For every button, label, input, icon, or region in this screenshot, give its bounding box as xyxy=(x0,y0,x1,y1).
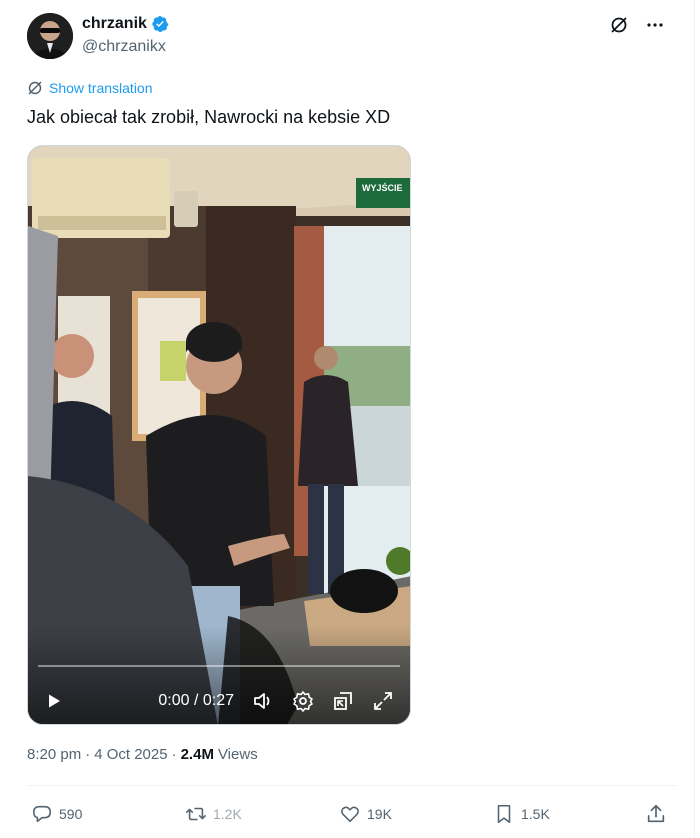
avatar-image xyxy=(27,13,73,59)
verified-badge-icon xyxy=(151,15,169,33)
tweet-text: Jak obiecał tak zrobił, Nawrocki na kebs… xyxy=(27,107,391,127)
picture-in-picture-icon xyxy=(334,692,352,710)
bookmark-count: 1.5K xyxy=(521,806,550,822)
meta-separator: · xyxy=(85,746,91,763)
volume-icon xyxy=(254,693,270,709)
exit-sign-text: WYJŚCIE xyxy=(362,182,403,193)
pip-button[interactable] xyxy=(332,690,354,712)
video-player[interactable]: WYJŚCIE 0:00 / 0:27 xyxy=(27,145,411,725)
video-controls: 0:00 / 0:27 xyxy=(28,676,410,724)
repost-icon xyxy=(186,807,206,821)
share-button[interactable] xyxy=(645,803,667,825)
repost-button[interactable]: 1.2K xyxy=(185,803,242,825)
more-options-icon[interactable] xyxy=(644,14,666,36)
show-translation-link[interactable]: Show translation xyxy=(27,80,153,96)
video-time: 0:00 / 0:27 xyxy=(158,692,234,709)
views-label: Views xyxy=(217,746,258,763)
divider xyxy=(27,785,677,786)
tweet-card: chrzanik @chrzanikx Show translation Jak… xyxy=(0,0,695,838)
reply-button[interactable]: 590 xyxy=(31,803,82,825)
top-actions xyxy=(608,14,666,36)
bookmark-icon xyxy=(497,804,511,824)
fullscreen-button[interactable] xyxy=(372,690,394,712)
views-count: 2.4M xyxy=(180,746,214,763)
heart-icon xyxy=(341,806,359,823)
show-translation-label: Show translation xyxy=(49,80,153,96)
author-name-row: chrzanik xyxy=(82,15,169,33)
translate-icon xyxy=(28,81,42,95)
post-time[interactable]: 8:20 pm xyxy=(27,746,81,763)
tweet-meta: 8:20 pm · 4 Oct 2025 · 2.4M Views xyxy=(27,746,258,763)
settings-button[interactable] xyxy=(292,690,314,712)
display-name[interactable]: chrzanik xyxy=(82,15,147,33)
play-icon xyxy=(49,694,60,708)
post-date[interactable]: 4 Oct 2025 xyxy=(94,746,167,763)
gear-icon xyxy=(293,691,313,712)
bookmark-button[interactable]: 1.5K xyxy=(493,803,550,825)
fullscreen-icon xyxy=(374,692,392,710)
volume-button[interactable] xyxy=(252,690,274,712)
meta-separator: · xyxy=(171,746,177,763)
video-progress-bar[interactable] xyxy=(38,665,400,667)
repost-count: 1.2K xyxy=(213,806,242,822)
reply-count: 590 xyxy=(59,806,83,822)
share-icon xyxy=(647,804,665,823)
action-bar: 590 1.2K 19K 1.5K xyxy=(27,800,677,828)
avatar[interactable] xyxy=(27,13,73,59)
play-button[interactable] xyxy=(44,691,64,711)
like-button[interactable]: 19K xyxy=(339,803,392,825)
video-frame: WYJŚCIE xyxy=(28,146,410,724)
grok-icon[interactable] xyxy=(608,14,630,36)
reply-icon xyxy=(32,805,52,823)
like-count: 19K xyxy=(367,806,392,822)
author-handle[interactable]: @chrzanikx xyxy=(82,38,166,56)
